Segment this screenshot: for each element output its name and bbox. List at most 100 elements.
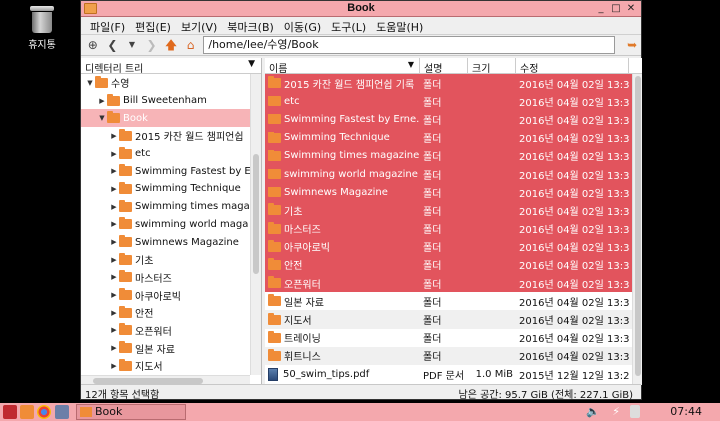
tree-item[interactable]: ▶ Swimming Fastest by E [81,162,261,180]
tree-item[interactable]: ▶ 일본 자료 [81,339,261,357]
taskbar-window-button[interactable]: Book [76,404,186,420]
collapsed-arrow-icon[interactable]: ▶ [109,150,119,158]
tree-item[interactable]: ▶ etc [81,145,261,163]
collapsed-arrow-icon[interactable]: ▶ [109,220,119,228]
file-row[interactable]: Swimming Fastest by Erne... 폴더 2016년 04월 0… [265,110,642,129]
tree-header[interactable]: 디렉터리 트리 ▼ [81,58,261,75]
file-modified: 2016년 04월 02일 13:36 [519,152,629,164]
file-name: 기초 [284,206,303,218]
collapsed-arrow-icon[interactable]: ▶ [109,344,119,352]
back-button[interactable]: ❮ [104,36,122,54]
close-button[interactable]: ✕ [625,3,637,15]
file-row[interactable]: 지도서 폴더 2016년 04월 02일 13:35 [265,310,642,329]
up-folder-button[interactable]: 🡅 [162,36,180,54]
tree-item[interactable]: ▶ 지도서 [81,357,261,374]
home-button[interactable]: ⌂ [182,36,200,54]
tree-item[interactable]: ▶ Swimming Technique [81,180,261,198]
file-row[interactable]: 오픈워터 폴더 2016년 04월 02일 13:35 [265,274,642,293]
column-description[interactable]: 설명 [420,58,468,75]
title-bar[interactable]: Book _ □ ✕ [81,1,641,17]
menu-edit[interactable]: 편집(E) [130,17,176,34]
file-row[interactable]: Swimnews Magazine 폴더 2016년 04월 02일 13:35 [265,183,642,202]
tree-vertical-scrollbar[interactable] [250,74,261,375]
collapsed-arrow-icon[interactable]: ▶ [109,256,119,264]
forward-button[interactable]: ❯ [143,36,161,54]
column-name[interactable]: 이름 ▼ [265,58,420,75]
tree-item[interactable]: ▼ Book [81,109,261,128]
tree-item[interactable]: ▶ Bill Sweetenham [81,92,261,110]
menu-help[interactable]: 도움말(H) [371,17,428,34]
file-name: swimming world magazine [284,168,418,180]
folder-icon [268,168,281,180]
tree-item[interactable]: ▶ 아쿠아로빅 [81,286,261,304]
file-row[interactable]: swimming world magazine 폴더 2016년 04월 02일 1… [265,164,642,184]
menu-file[interactable]: 파일(F) [85,17,130,34]
file-row[interactable]: 휘트니스 폴더 2016년 04월 02일 13:35 [265,346,642,365]
column-modified[interactable]: 수정 [516,58,629,75]
expanded-arrow-icon[interactable]: ▼ [85,79,95,87]
collapsed-arrow-icon[interactable]: ▶ [109,291,119,299]
maximize-button[interactable]: □ [610,3,622,15]
tree-item[interactable]: ▶ 2015 카잔 월드 챔피언쉽 [81,127,261,145]
file-row[interactable]: 일본 자료 폴더 2016년 04월 02일 13:34 [265,292,642,310]
new-tab-button[interactable]: ⊕ [84,36,102,54]
expanded-arrow-icon[interactable]: ▼ [97,114,107,122]
file-name: Swimming Fastest by Erne... [284,113,420,125]
file-row[interactable]: Swimming Technique 폴더 2016년 04월 02일 13:34 [265,128,642,147]
file-row[interactable]: 기초 폴더 2016년 04월 02일 13:35 [265,201,642,220]
collapsed-arrow-icon[interactable]: ▶ [109,273,119,281]
network-icon[interactable]: ⚡ [612,405,620,418]
tree-item[interactable]: ▶ 마스터즈 [81,269,261,287]
menu-bookmarks[interactable]: 북마크(B) [222,17,279,34]
collapsed-arrow-icon[interactable]: ▶ [109,203,119,211]
collapsed-arrow-icon[interactable]: ▶ [109,309,119,317]
file-row[interactable]: 트레이닝 폴더 2016년 04월 02일 13:35 [265,329,642,347]
file-manager-launcher-icon[interactable] [20,405,34,419]
file-row[interactable]: 안전 폴더 2016년 04월 02일 13:35 [265,255,642,275]
collapsed-arrow-icon[interactable]: ▶ [109,362,119,370]
collapsed-arrow-icon[interactable]: ▶ [109,326,119,334]
file-row[interactable]: 2015 카잔 월드 챔피언쉽 기록 폴더 2016년 04월 02일 13:34 [265,74,642,93]
tree-item-label: 수영 [111,79,130,91]
menu-tools[interactable]: 도구(L) [326,17,371,34]
window-switcher-icon[interactable] [55,405,69,419]
menu-view[interactable]: 보기(V) [176,17,222,34]
history-dropdown-button[interactable]: ▼ [123,36,141,54]
chrome-launcher-icon[interactable] [37,405,51,419]
file-modified: 2016년 04월 02일 13:35 [519,188,629,200]
start-menu-icon[interactable] [3,405,17,419]
files-vertical-scrollbar[interactable] [632,74,642,385]
trash-desktop-item[interactable]: 휴지통 [22,6,62,51]
path-input[interactable]: /home/lee/수영/Book [203,36,616,54]
collapsed-arrow-icon[interactable]: ▶ [97,97,107,105]
tree-item[interactable]: ▶ Swimnews Magazine [81,233,261,251]
file-name-cell: etc [265,95,420,107]
file-row[interactable]: Swimming times magazine 폴더 2016년 04월 02일 1… [265,146,642,165]
tree-item[interactable]: ▼ 수영 [81,74,261,92]
clock[interactable]: 07:44 [670,405,702,418]
tree-item[interactable]: ▶ swimming world maga [81,216,261,234]
tree-item[interactable]: ▶ 안전 [81,304,261,322]
tree-item[interactable]: ▶ 기초 [81,251,261,269]
volume-icon[interactable]: 🔈 [586,405,600,418]
chevron-down-icon[interactable]: ▼ [248,59,255,69]
menu-go[interactable]: 이동(G) [279,17,326,34]
file-row[interactable]: 마스터즈 폴더 2016년 04월 02일 13:35 [265,219,642,238]
file-row[interactable]: 50_swim_tips.pdf PDF 문서 1.0 MiB 2015년 12월 1… [265,365,642,383]
file-row[interactable]: etc 폴더 2016년 04월 02일 13:36 [265,92,642,111]
file-row[interactable]: 아쿠아로빅 폴더 2016년 04월 02일 13:35 [265,237,642,256]
go-button[interactable]: ➥ [623,36,641,54]
battery-icon[interactable] [630,405,640,418]
collapsed-arrow-icon[interactable]: ▶ [109,185,119,193]
column-size[interactable]: 크기 [468,58,516,75]
tree-item[interactable]: ▶ 오픈워터 [81,322,261,340]
file-description: 폴더 [423,334,442,346]
collapsed-arrow-icon[interactable]: ▶ [109,167,119,175]
tree-item[interactable]: ▶ Swimming times maga [81,198,261,216]
collapsed-arrow-icon[interactable]: ▶ [109,132,119,140]
folder-icon [119,128,132,141]
collapsed-arrow-icon[interactable]: ▶ [109,238,119,246]
minimize-button[interactable]: _ [595,3,607,15]
file-name-cell: swimming world magazine [265,168,420,180]
folder-icon [119,323,132,336]
